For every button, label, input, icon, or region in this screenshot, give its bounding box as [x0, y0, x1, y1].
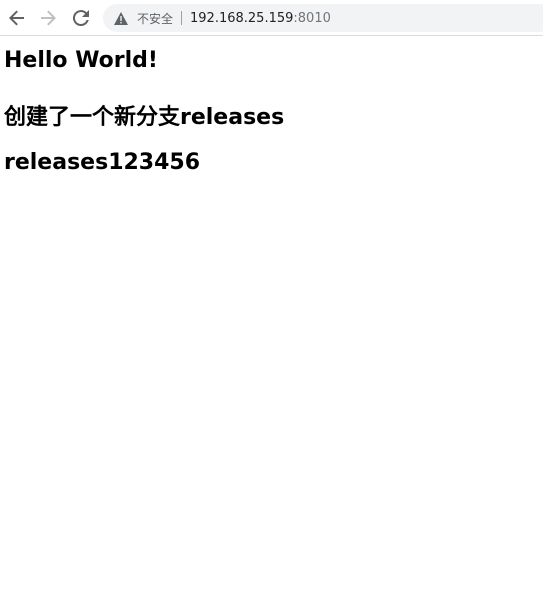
- back-button[interactable]: [5, 6, 29, 30]
- branch-heading: 创建了一个新分支releases: [4, 105, 285, 130]
- releases-heading: releases123456: [4, 150, 201, 175]
- warning-triangle-icon[interactable]: [113, 10, 129, 26]
- reload-icon: [73, 10, 89, 26]
- security-status-label[interactable]: 不安全: [137, 10, 173, 27]
- hello-heading: Hello World!: [4, 48, 158, 73]
- url-host[interactable]: 192.168.25.159: [190, 11, 293, 26]
- forward-button[interactable]: [36, 6, 60, 30]
- reload-button[interactable]: [69, 6, 93, 30]
- url-port[interactable]: :8010: [293, 11, 330, 26]
- arrow-left-icon: [9, 10, 24, 26]
- url-divider: [181, 11, 183, 25]
- address-bar[interactable]: 不安全 192.168.25.159:8010: [103, 4, 543, 32]
- arrow-right-icon: [41, 10, 56, 26]
- browser-toolbar: 不安全 192.168.25.159:8010: [0, 0, 543, 36]
